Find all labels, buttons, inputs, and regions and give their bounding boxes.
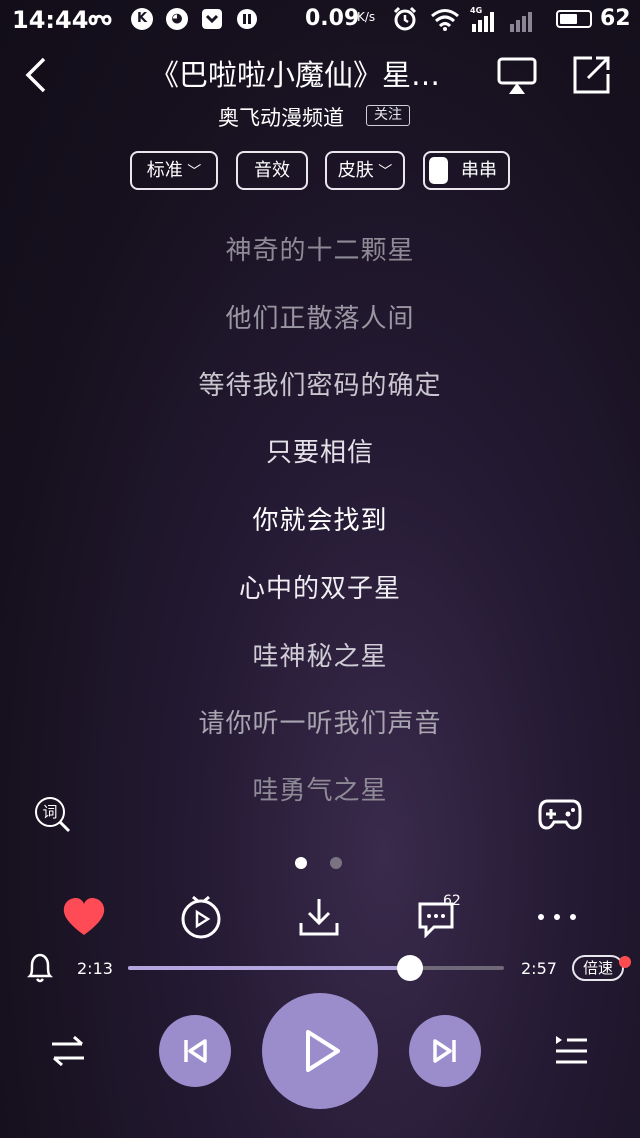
page-dot[interactable] <box>330 857 342 869</box>
skin-label: 皮肤 <box>337 160 374 181</box>
playlist-icon[interactable] <box>553 1034 589 1068</box>
total-time: 2:57 <box>521 959 557 978</box>
net-speed: 0.09 <box>305 6 360 31</box>
shuffle-icon[interactable] <box>50 1034 86 1068</box>
heart-icon[interactable] <box>62 897 106 937</box>
play-icon <box>306 1030 340 1072</box>
face-icon: ◕ <box>166 8 188 30</box>
progress-bar[interactable] <box>128 966 504 970</box>
page-dot-active[interactable] <box>295 857 307 869</box>
skin-button[interactable]: 皮肤 ﹀ <box>325 151 405 190</box>
battery-fill <box>560 14 578 24</box>
download-icon[interactable] <box>298 896 340 938</box>
notification-dot <box>619 956 631 968</box>
progress-fill <box>128 966 411 970</box>
magnifier-handle-icon <box>59 821 71 833</box>
current-time: 2:13 <box>77 959 113 978</box>
chuanchuan-label: 串串 <box>461 160 497 181</box>
lyric-line: 只要相信 <box>265 438 374 468</box>
lyric-line: 神奇的十二颗星 <box>225 236 415 266</box>
gamepad-icon[interactable] <box>538 797 582 831</box>
bell-icon[interactable] <box>26 952 54 984</box>
lyric-line: 请你听一听我们声音 <box>198 709 442 739</box>
quality-button[interactable]: 标准 ﹀ <box>130 151 218 190</box>
progress-thumb[interactable] <box>397 955 424 981</box>
chevron-down-icon: ﹀ <box>373 164 393 180</box>
lyric-line: 心中的双子星 <box>238 574 401 604</box>
channel-name[interactable]: 奥飞动漫频道 <box>218 102 344 132</box>
sound-effect-label: 音效 <box>254 160 290 181</box>
playback-speed-button[interactable]: 倍速 <box>572 955 624 981</box>
battery-percent: 62 <box>600 6 631 31</box>
chuanchuan-toggle[interactable]: 串串 <box>423 151 510 190</box>
previous-icon <box>184 1039 207 1063</box>
back-icon[interactable] <box>22 56 50 94</box>
toggle-knob <box>429 157 448 184</box>
comment-count: 62 <box>443 893 461 909</box>
net-speed-unit: K/s <box>357 10 376 24</box>
chevron-down-icon: ﹀ <box>182 164 202 180</box>
pocket-icon <box>202 9 222 29</box>
lyric-line: 等待我们密码的确定 <box>198 371 442 401</box>
lyric-search-label: 词 <box>42 803 58 821</box>
pause-icon <box>237 9 257 29</box>
cast-icon[interactable] <box>496 56 538 96</box>
battery-icon <box>556 10 592 28</box>
status-bar: 14:44 K ◕ 0.09 K/s 4G 62 <box>0 0 640 40</box>
play-button[interactable] <box>262 993 378 1109</box>
k-icon: K <box>131 8 153 30</box>
sound-effect-button[interactable]: 音效 <box>236 151 308 190</box>
song-title: 《巴啦啦小魔仙》星… <box>150 58 441 92</box>
share-icon[interactable] <box>570 54 612 96</box>
previous-button[interactable] <box>159 1015 231 1087</box>
wifi-icon <box>431 9 459 31</box>
more-icon[interactable] <box>536 912 578 922</box>
lyric-line: 你就会找到 <box>252 506 388 536</box>
lyric-search-button[interactable]: 词 <box>35 797 75 833</box>
signal-icon <box>472 12 532 32</box>
alarm-icon <box>393 6 417 31</box>
quality-label: 标准 <box>146 160 183 181</box>
lyric-line: 哇神秘之星 <box>252 642 388 672</box>
infinity-icon <box>88 14 112 26</box>
lyric-line: 他们正散落人间 <box>225 304 415 334</box>
follow-button[interactable]: 关注 <box>366 105 410 126</box>
next-icon <box>433 1039 456 1063</box>
status-time: 14:44 <box>12 6 89 34</box>
next-button[interactable] <box>409 1015 481 1087</box>
video-icon[interactable] <box>178 894 224 940</box>
